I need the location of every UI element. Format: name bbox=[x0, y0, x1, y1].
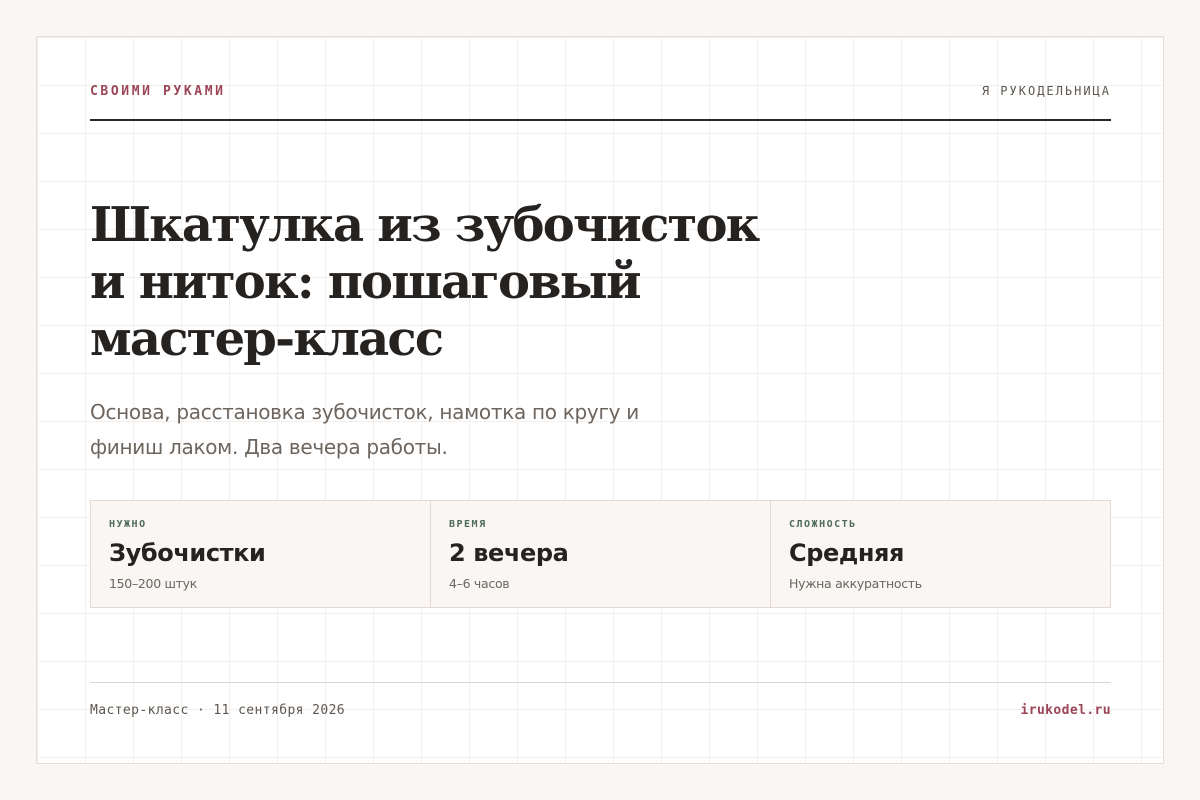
top-bar: СВОИМИ РУКАМИ Я РУКОДЕЛЬНИЦА bbox=[90, 83, 1111, 121]
fact-label: ВРЕМЯ bbox=[449, 519, 487, 530]
fact-label: НУЖНО bbox=[109, 519, 147, 530]
author-name[interactable]: Я РУКОДЕЛЬНИЦА bbox=[982, 84, 1111, 98]
fact-difficulty: СЛОЖНОСТЬ Средняя Нужна аккуратность bbox=[771, 501, 1110, 607]
fact-value: Зубочистки bbox=[109, 539, 266, 567]
lede-line: Основа, расстановка зубочисток, намотка … bbox=[90, 400, 639, 424]
title-line: мастер-класс bbox=[90, 311, 444, 367]
title-line: Шкатулка из зубочисток bbox=[90, 197, 760, 253]
article-card: СВОИМИ РУКАМИ Я РУКОДЕЛЬНИЦА Шкатулка из… bbox=[36, 36, 1164, 764]
fact-note: 150–200 штук bbox=[109, 576, 198, 591]
fact-time: ВРЕМЯ 2 вечера 4–6 часов bbox=[431, 501, 771, 607]
site-link[interactable]: irukodel.ru bbox=[1021, 703, 1112, 718]
site-brand[interactable]: СВОИМИ РУКАМИ bbox=[90, 84, 226, 99]
title-line: и ниток: пошаговый bbox=[90, 254, 642, 310]
fact-note: 4–6 часов bbox=[449, 576, 510, 591]
publication-meta: Мастер-класс · 11 сентября 2026 bbox=[90, 703, 346, 718]
footer: Мастер-класс · 11 сентября 2026 irukodel… bbox=[90, 682, 1111, 723]
article-lede: Основа, расстановка зубочисток, намотка … bbox=[90, 395, 750, 465]
facts-panel: НУЖНО Зубочистки 150–200 штук ВРЕМЯ 2 ве… bbox=[90, 500, 1111, 608]
fact-needed: НУЖНО Зубочистки 150–200 штук bbox=[91, 501, 431, 607]
lede-line: финиш лаком. Два вечера работы. bbox=[90, 435, 448, 459]
article-title: Шкатулка из зубочисток и ниток: пошаговы… bbox=[90, 197, 870, 368]
fact-value: 2 вечера bbox=[449, 539, 569, 567]
fact-note: Нужна аккуратность bbox=[789, 576, 922, 591]
fact-value: Средняя bbox=[789, 539, 905, 567]
fact-label: СЛОЖНОСТЬ bbox=[789, 519, 857, 530]
